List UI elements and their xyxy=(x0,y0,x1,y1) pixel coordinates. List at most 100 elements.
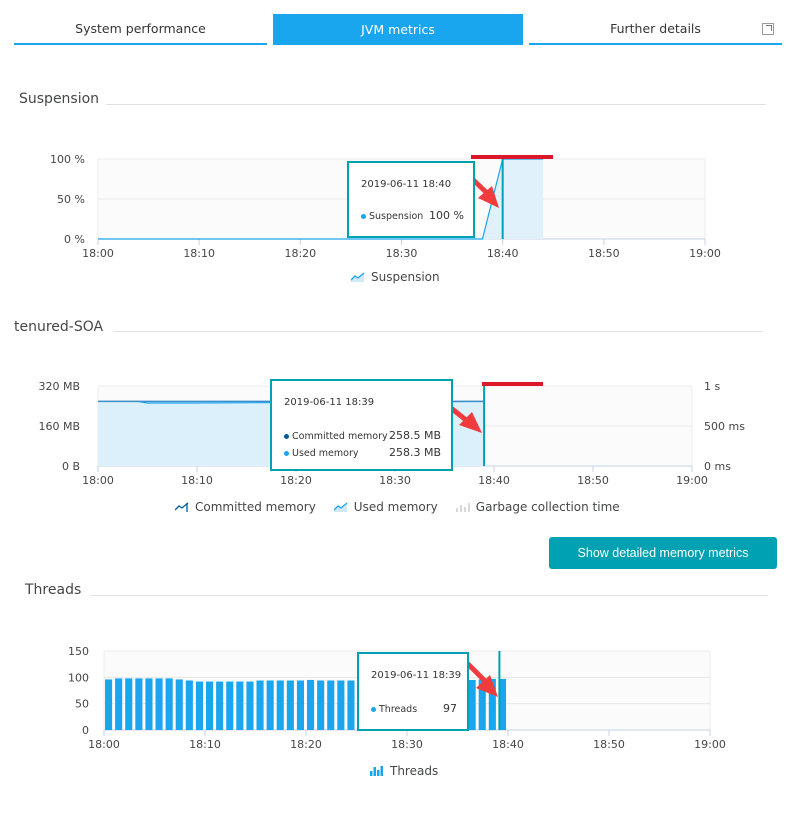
x-tick-label: 19:00 xyxy=(689,247,721,260)
x-tick-label: 18:00 xyxy=(82,247,114,260)
section-title-threads: Threads xyxy=(25,582,82,598)
y-tick-label: 50 xyxy=(75,698,89,711)
tab-bar: System performance JVM metrics Further d… xyxy=(14,14,782,46)
x-tick-label: 18:20 xyxy=(290,738,322,751)
y-tick-label: 320 MB xyxy=(38,380,80,393)
bar-threads xyxy=(195,681,203,730)
legend-item-used-memory[interactable]: Used memory xyxy=(333,500,438,514)
y2-tick-label: 1 s xyxy=(704,380,720,393)
bar-threads xyxy=(155,678,163,730)
bar-threads xyxy=(236,681,244,730)
tab-jvm-metrics[interactable]: JVM metrics xyxy=(273,14,523,45)
legend-label: Used memory xyxy=(353,500,438,514)
section-title-tenured-soa: tenured-SOA xyxy=(14,319,104,335)
bar-threads xyxy=(276,680,284,730)
bar-threads xyxy=(226,681,234,730)
y-tick-label: 150 xyxy=(68,645,89,658)
suspension-tooltip: 2019-06-11 18:40 Suspension 100 % xyxy=(347,161,475,238)
x-tick-label: 18:30 xyxy=(386,247,418,260)
x-tick-label: 18:50 xyxy=(588,247,620,260)
tooltip-value: 258.3 MB xyxy=(389,446,442,459)
x-tick-label: 18:40 xyxy=(492,738,524,751)
bar-threads xyxy=(206,681,214,730)
threads-legend: Threads xyxy=(370,764,456,778)
tooltip-row: Threads xyxy=(371,704,417,715)
tab-label: System performance xyxy=(75,21,206,36)
tooltip-series: Suspension xyxy=(369,211,424,222)
legend-item-suspension[interactable]: Suspension xyxy=(351,270,440,284)
tooltip-row: Used memory xyxy=(284,448,359,459)
y-tick-label: 0 xyxy=(82,724,89,737)
section-title-suspension: Suspension xyxy=(19,91,100,107)
y-tick-label: 100 xyxy=(68,671,89,684)
tooltip-series: Threads xyxy=(379,704,418,715)
tab-label: JVM metrics xyxy=(361,22,435,37)
area-chart-icon xyxy=(351,272,365,282)
tooltip-value: 100 % xyxy=(429,209,464,222)
bar-threads xyxy=(307,679,315,730)
y-tick-label: 100 % xyxy=(50,153,85,166)
x-tick-label: 18:50 xyxy=(593,738,625,751)
line-chart-icon xyxy=(175,502,189,512)
external-link-icon[interactable] xyxy=(762,23,774,35)
bar-threads xyxy=(246,681,254,730)
bar-threads xyxy=(175,679,183,730)
legend-label: Threads xyxy=(390,764,439,778)
bar-threads xyxy=(216,681,224,730)
bar-threads xyxy=(296,680,304,730)
tab-system-performance[interactable]: System performance xyxy=(14,14,267,45)
bar-threads xyxy=(286,680,294,730)
tooltip-value: 258.5 MB xyxy=(389,429,442,442)
bar-threads xyxy=(115,678,123,730)
tooltip-series: Used memory xyxy=(292,448,359,459)
tab-label: Further details xyxy=(610,21,701,36)
x-tick-label: 18:10 xyxy=(189,738,221,751)
x-tick-label: 19:00 xyxy=(676,474,708,487)
tab-further-details[interactable]: Further details xyxy=(529,14,782,45)
legend-label: Committed memory xyxy=(195,500,316,514)
series-dot-icon xyxy=(284,434,289,439)
x-tick-label: 18:30 xyxy=(391,738,423,751)
series-dot-icon xyxy=(361,214,366,219)
bar-threads xyxy=(256,680,264,730)
divider xyxy=(106,104,766,105)
y-tick-label: 0 % xyxy=(64,233,85,246)
x-tick-label: 18:40 xyxy=(478,474,510,487)
x-tick-label: 18:10 xyxy=(183,247,215,260)
bar-threads xyxy=(145,678,153,730)
x-tick-label: 18:30 xyxy=(379,474,411,487)
tooltip-timestamp: 2019-06-11 18:39 xyxy=(284,397,375,408)
x-tick-label: 18:50 xyxy=(577,474,609,487)
x-tick-label: 18:20 xyxy=(284,247,316,260)
tooltip-timestamp: 2019-06-11 18:40 xyxy=(361,179,452,190)
y-tick-label: 50 % xyxy=(57,193,85,206)
tooltip-row: Suspension xyxy=(361,211,423,222)
show-detailed-memory-metrics-button[interactable]: Show detailed memory metrics xyxy=(549,537,777,569)
legend-item-gc-time[interactable]: Garbage collection time xyxy=(455,500,620,514)
legend-item-committed-memory[interactable]: Committed memory xyxy=(175,500,316,514)
tooltip-value: 97 xyxy=(443,702,457,715)
bar-chart-icon xyxy=(455,503,470,512)
bar-threads xyxy=(317,680,325,730)
y-tick-label: 160 MB xyxy=(38,420,80,433)
y2-tick-label: 500 ms xyxy=(704,420,745,433)
tooltip-row: Committed memory xyxy=(284,431,388,442)
y2-tick-label: 0 ms xyxy=(704,460,731,473)
bar-threads xyxy=(327,680,335,730)
memory-tooltip: 2019-06-11 18:39 Committed memory 258.5 … xyxy=(270,379,453,471)
bar-threads xyxy=(347,680,355,730)
area-chart-icon xyxy=(333,502,348,512)
series-dot-icon xyxy=(284,451,289,456)
bar-threads xyxy=(135,678,143,730)
divider xyxy=(113,331,763,332)
y-tick-label: 0 B xyxy=(62,460,80,473)
x-tick-label: 19:00 xyxy=(694,738,726,751)
x-tick-label: 18:00 xyxy=(88,738,120,751)
divider xyxy=(90,595,768,596)
bar-threads xyxy=(468,679,476,730)
tooltip-series: Committed memory xyxy=(292,431,388,442)
bar-threads xyxy=(105,679,113,730)
x-tick-label: 18:20 xyxy=(280,474,312,487)
x-tick-label: 18:00 xyxy=(82,474,114,487)
legend-item-threads[interactable]: Threads xyxy=(370,764,438,778)
